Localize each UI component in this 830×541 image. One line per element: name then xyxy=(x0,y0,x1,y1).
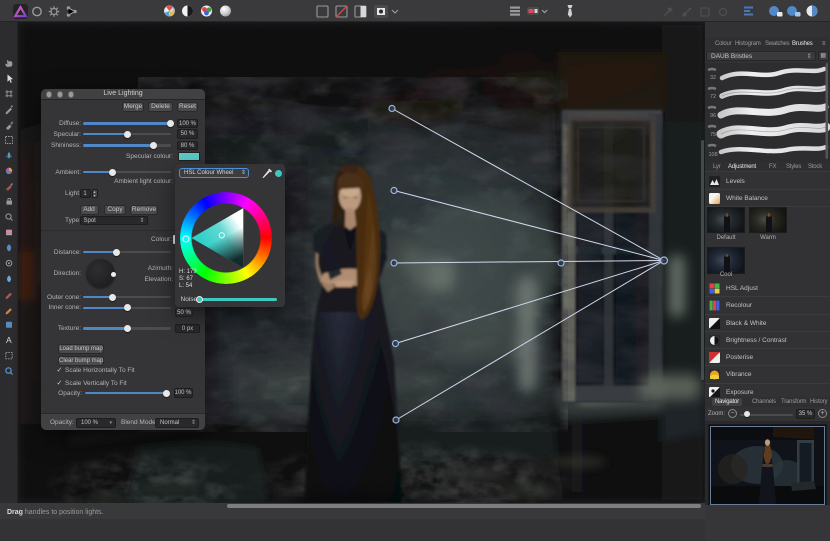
svg-text:75: 75 xyxy=(710,132,716,138)
svg-text:32: 32 xyxy=(710,75,716,81)
svg-text:72: 72 xyxy=(710,94,716,100)
svg-text:96: 96 xyxy=(710,113,716,119)
svg-text:108: 108 xyxy=(709,152,718,158)
svg-text:A: A xyxy=(6,335,12,345)
